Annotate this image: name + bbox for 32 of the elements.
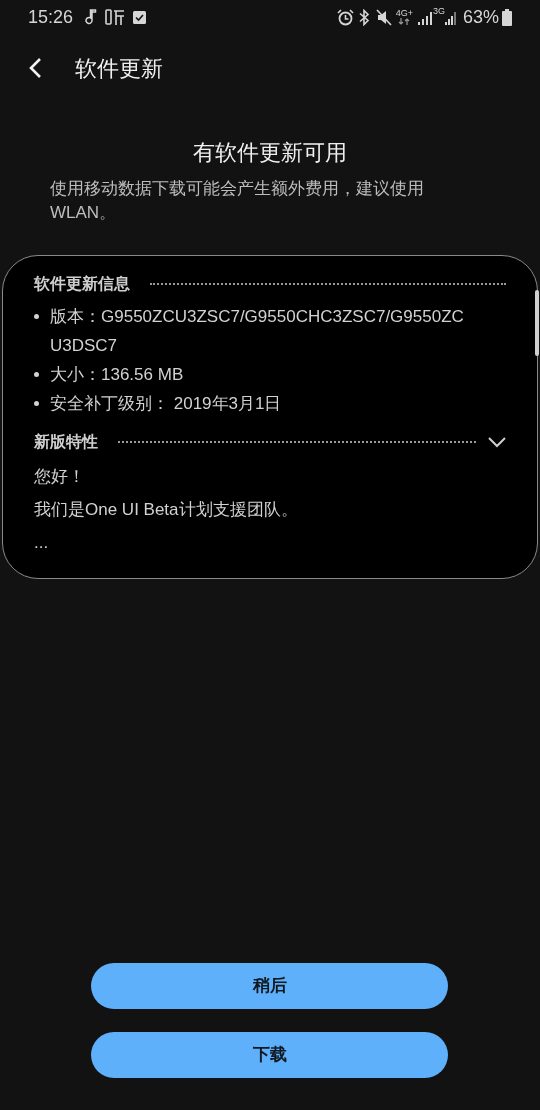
bullet	[34, 401, 39, 406]
chevron-down-icon[interactable]	[488, 436, 506, 448]
mute-icon	[375, 8, 392, 26]
signal-icon	[444, 9, 457, 25]
bullet	[34, 314, 39, 319]
app-icon	[105, 8, 126, 26]
update-message: 使用移动数据下载可能会产生额外费用，建议使用WLAN。	[50, 178, 425, 224]
scroll-bar	[535, 290, 539, 356]
network-type: 3G	[432, 5, 445, 18]
bullet	[34, 372, 39, 377]
feature-text: 我们是One UI Beta计划支援团队。	[34, 499, 299, 521]
info-item: 安全补丁级别： 2019年3月1日	[50, 393, 283, 415]
info-item: 版本：G9550ZCU3ZSC7/G9550CHC3ZSC7/G9550ZCU3DSC7	[50, 306, 465, 357]
section-title: 新版特性	[34, 432, 98, 452]
signal-icon	[416, 9, 433, 25]
page-title: 软件更新	[75, 54, 163, 83]
battery-icon	[502, 8, 512, 26]
info-item: 大小：136.56 MB	[50, 364, 185, 386]
feature-text: ...	[34, 532, 50, 554]
update-heading: 有软件更新可用	[193, 139, 347, 167]
checkbox-icon	[133, 10, 147, 24]
network-type: 4G+	[395, 9, 413, 18]
feature-text: 您好！	[34, 466, 86, 488]
music-note-icon	[85, 9, 98, 25]
section-title: 软件更新信息	[34, 274, 130, 294]
data-arrows-icon	[398, 18, 411, 25]
bluetooth-icon	[357, 8, 370, 26]
status-time: 15:26	[28, 5, 74, 29]
alarm-clock-icon	[336, 8, 354, 26]
later-button[interactable]: 稍后	[91, 963, 448, 1009]
download-button[interactable]: 下载	[91, 1032, 448, 1078]
battery-percentage: 63%	[462, 5, 499, 29]
